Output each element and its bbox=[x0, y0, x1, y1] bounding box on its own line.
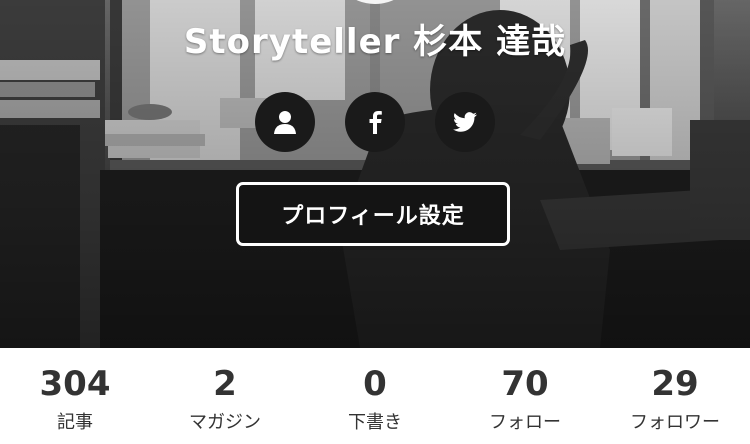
profile-link-button[interactable] bbox=[255, 92, 315, 152]
stat-value: 29 bbox=[651, 364, 699, 404]
stats-bar: 304 記事 2 マガジン 0 下書き 70 フォロー 29 フォロワー bbox=[0, 348, 750, 444]
facebook-icon bbox=[369, 111, 382, 134]
stat-value: 2 bbox=[213, 364, 237, 404]
profile-title: Storyteller 杉本 達哉 bbox=[183, 22, 567, 62]
stat-drafts[interactable]: 0 下書き bbox=[300, 348, 450, 444]
stat-label: フォロー bbox=[489, 412, 561, 433]
twitter-button[interactable] bbox=[435, 92, 495, 152]
stat-value: 304 bbox=[39, 364, 111, 404]
stat-followers[interactable]: 29 フォロワー bbox=[600, 348, 750, 444]
profile-settings-button[interactable]: プロフィール設定 bbox=[236, 182, 510, 246]
stat-value: 70 bbox=[501, 364, 549, 404]
stat-label: 記事 bbox=[57, 412, 93, 433]
facebook-button[interactable] bbox=[345, 92, 405, 152]
stat-value: 0 bbox=[363, 364, 387, 404]
stat-label: マガジン bbox=[189, 412, 261, 433]
stat-label: 下書き bbox=[348, 412, 402, 433]
person-icon bbox=[274, 111, 296, 134]
stat-articles[interactable]: 304 記事 bbox=[0, 348, 150, 444]
twitter-icon bbox=[453, 112, 477, 132]
stat-following[interactable]: 70 フォロー bbox=[450, 348, 600, 444]
stat-magazines[interactable]: 2 マガジン bbox=[150, 348, 300, 444]
stat-label: フォロワー bbox=[630, 412, 720, 433]
profile-header: Storyteller 杉本 達哉 プロフィール設定 bbox=[0, 0, 750, 348]
